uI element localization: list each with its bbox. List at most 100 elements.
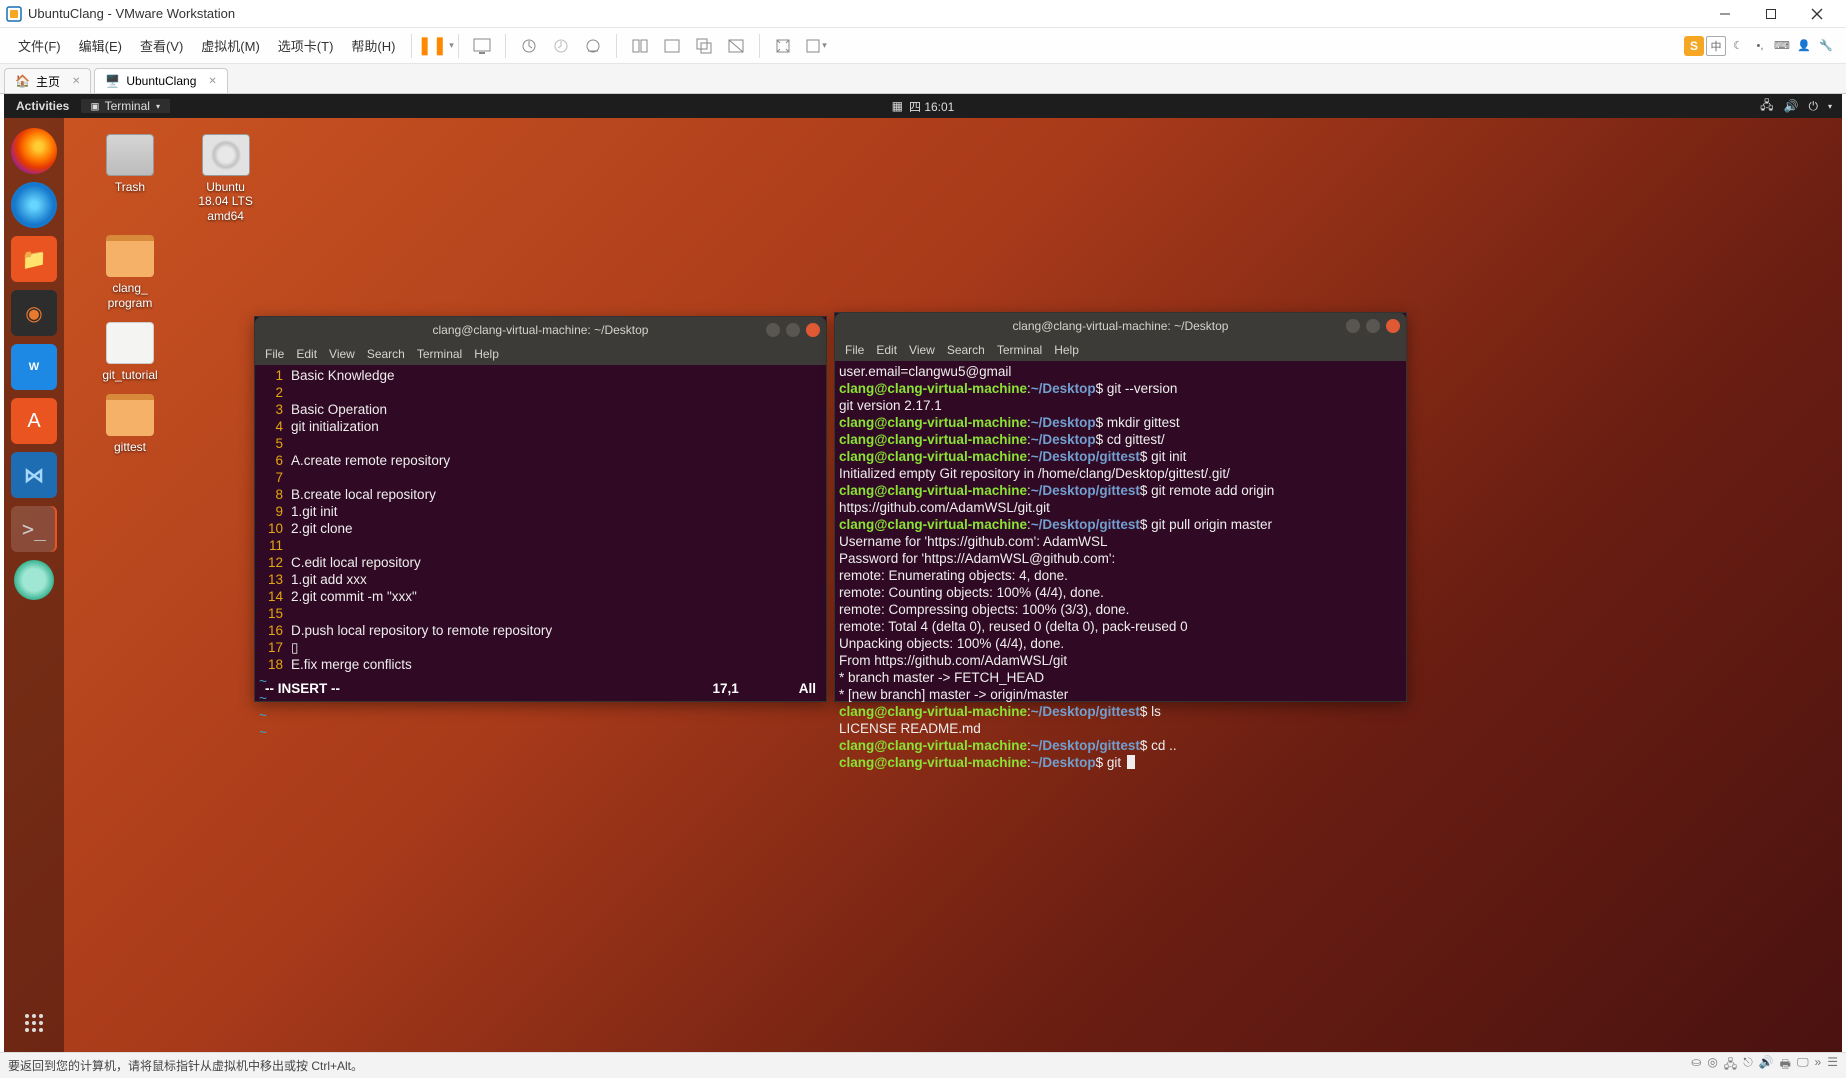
tab-close-icon[interactable]: ✕ bbox=[208, 76, 216, 87]
vmware-title-bar: UbuntuClang - VMware Workstation bbox=[0, 0, 1846, 28]
ime-keyboard-icon[interactable]: ⌨ bbox=[1772, 36, 1792, 56]
ime-tool-icon[interactable]: 🔧 bbox=[1816, 36, 1836, 56]
printer-icon[interactable]: 🖶 bbox=[1780, 1055, 1791, 1076]
usb-icon[interactable]: ⎋ bbox=[1743, 1055, 1753, 1076]
terminal-window-shell[interactable]: clang@clang-virtual-machine: ~/Desktop F… bbox=[834, 312, 1407, 702]
menu-help[interactable]: 帮助(H) bbox=[343, 32, 403, 59]
close-icon[interactable] bbox=[806, 323, 820, 337]
sogou-icon[interactable]: S bbox=[1684, 36, 1704, 56]
minimize-icon[interactable] bbox=[766, 323, 780, 337]
close-icon[interactable] bbox=[1386, 319, 1400, 333]
dock: 📁 ◉ W A ⋈ >_ bbox=[4, 118, 64, 1052]
term-menu-search[interactable]: Search bbox=[367, 347, 405, 361]
dock-terminal[interactable]: >_ bbox=[11, 506, 57, 552]
term-menu-file[interactable]: File bbox=[265, 347, 284, 361]
term-menu-terminal[interactable]: Terminal bbox=[417, 347, 462, 361]
separator bbox=[759, 34, 760, 58]
term-menu-view[interactable]: View bbox=[329, 347, 355, 361]
term-menu-help[interactable]: Help bbox=[1054, 343, 1079, 357]
chevron-icon[interactable]: » bbox=[1815, 1055, 1822, 1076]
chevron-down-icon: ▾ bbox=[1828, 102, 1832, 111]
dock-thunderbird[interactable] bbox=[11, 182, 57, 228]
ime-moon-icon[interactable]: ☾ bbox=[1728, 36, 1748, 56]
minimize-icon[interactable] bbox=[1346, 319, 1360, 333]
term-menu-edit[interactable]: Edit bbox=[876, 343, 897, 357]
clock[interactable]: ▦ 四 16:01 bbox=[892, 98, 955, 115]
shell-body[interactable]: user.email=clangwu5@gmailclang@clang-vir… bbox=[835, 361, 1406, 773]
dock-files[interactable]: 📁 bbox=[11, 236, 57, 282]
tab-vm[interactable]: 🖥️ UbuntuClang ✕ bbox=[94, 68, 227, 93]
stretch-button[interactable]: ▾ bbox=[800, 31, 830, 61]
menu-file[interactable]: 文件(F) bbox=[10, 32, 69, 59]
snapshot-take-button[interactable] bbox=[514, 31, 544, 61]
menu-view[interactable]: 查看(V) bbox=[132, 32, 191, 59]
network-icon[interactable]: 🖧 bbox=[1724, 1055, 1737, 1076]
desktop-icon-clang-program[interactable]: clang_ program bbox=[90, 235, 170, 310]
terminal-title-bar[interactable]: clang@clang-virtual-machine: ~/Desktop bbox=[835, 313, 1406, 339]
tab-label: 主页 bbox=[36, 73, 60, 90]
desktop-icon-trash[interactable]: Trash bbox=[90, 134, 170, 194]
fullscreen-button[interactable] bbox=[768, 31, 798, 61]
menu-tabs[interactable]: 选项卡(T) bbox=[270, 32, 342, 59]
dock-software[interactable]: A bbox=[11, 398, 57, 444]
menu-edit[interactable]: 编辑(E) bbox=[71, 32, 130, 59]
activities-button[interactable]: Activities bbox=[4, 99, 81, 113]
display-icon[interactable]: 🖵 bbox=[1797, 1055, 1809, 1076]
power-icon: ⏻ bbox=[1808, 99, 1818, 114]
term-menu-file[interactable]: File bbox=[845, 343, 864, 357]
menu-icon[interactable]: ☰ bbox=[1827, 1055, 1838, 1076]
vim-mode: -- INSERT -- bbox=[265, 680, 340, 697]
app-logo-icon bbox=[6, 6, 22, 22]
ime-skin-icon[interactable]: 👤 bbox=[1794, 36, 1814, 56]
window-close-button[interactable] bbox=[1794, 0, 1840, 28]
send-ctrl-alt-del-button[interactable] bbox=[467, 31, 497, 61]
folder-icon bbox=[106, 235, 154, 277]
ime-punct-icon[interactable]: •, bbox=[1750, 36, 1770, 56]
tab-home[interactable]: 🏠 主页 ✕ bbox=[4, 68, 91, 93]
view-console-button[interactable] bbox=[721, 31, 751, 61]
term-menu-search[interactable]: Search bbox=[947, 343, 985, 357]
term-menu-edit[interactable]: Edit bbox=[296, 347, 317, 361]
view-single-button[interactable] bbox=[657, 31, 687, 61]
dock-libreoffice[interactable]: W bbox=[11, 344, 57, 390]
view-split-button[interactable] bbox=[625, 31, 655, 61]
dock-vscode[interactable]: ⋈ bbox=[11, 452, 57, 498]
cd-icon[interactable]: ◎ bbox=[1707, 1055, 1717, 1076]
menu-vm[interactable]: 虚拟机(M) bbox=[193, 32, 268, 59]
term-menu-terminal[interactable]: Terminal bbox=[997, 343, 1042, 357]
calendar-icon: ▦ bbox=[892, 99, 903, 113]
icon-label: git_tutorial bbox=[102, 368, 157, 382]
app-menu[interactable]: ▣ Terminal ▾ bbox=[81, 99, 170, 113]
ime-lang-icon[interactable]: 中 bbox=[1706, 36, 1726, 56]
terminal-window-vim[interactable]: clang@clang-virtual-machine: ~/Desktop F… bbox=[254, 316, 827, 702]
term-menu-view[interactable]: View bbox=[909, 343, 935, 357]
maximize-icon[interactable] bbox=[786, 323, 800, 337]
maximize-icon[interactable] bbox=[1366, 319, 1380, 333]
terminal-title: clang@clang-virtual-machine: ~/Desktop bbox=[1013, 319, 1229, 333]
desktop-icon-git-tutorial[interactable]: git_tutorial bbox=[90, 322, 170, 382]
clock-label: 四 16:01 bbox=[909, 98, 954, 115]
view-unity-button[interactable] bbox=[689, 31, 719, 61]
vmware-menu-bar: 文件(F) 编辑(E) 查看(V) 虚拟机(M) 选项卡(T) 帮助(H) ❚❚… bbox=[0, 28, 1846, 64]
desktop-icon-gittest[interactable]: gittest bbox=[90, 394, 170, 454]
suspend-button[interactable]: ❚❚▾ bbox=[420, 31, 450, 61]
dock-cisco[interactable] bbox=[14, 560, 54, 600]
dock-rhythmbox[interactable]: ◉ bbox=[11, 290, 57, 336]
snapshot-manager-button[interactable] bbox=[578, 31, 608, 61]
hdd-icon[interactable]: ⛀ bbox=[1691, 1055, 1701, 1076]
terminal-title-bar[interactable]: clang@clang-virtual-machine: ~/Desktop bbox=[255, 317, 826, 343]
desktop-icon-disc[interactable]: Ubuntu 18.04 LTS amd64 bbox=[186, 134, 266, 223]
term-menu-help[interactable]: Help bbox=[474, 347, 499, 361]
sound-icon[interactable]: 🔊 bbox=[1759, 1055, 1774, 1076]
separator bbox=[505, 34, 506, 58]
minimize-button[interactable] bbox=[1702, 0, 1748, 28]
app-menu-label: Terminal bbox=[105, 99, 150, 113]
snapshot-revert-button[interactable] bbox=[546, 31, 576, 61]
system-tray[interactable]: 🖧 🔊 ⏻ ▾ bbox=[1760, 96, 1842, 117]
dock-firefox[interactable] bbox=[11, 128, 57, 174]
dock-show-apps[interactable] bbox=[25, 1014, 43, 1032]
tab-close-icon[interactable]: ✕ bbox=[72, 76, 80, 87]
maximize-button[interactable] bbox=[1748, 0, 1794, 28]
gnome-top-bar: Activities ▣ Terminal ▾ ▦ 四 16:01 🖧 🔊 ⏻ … bbox=[4, 94, 1842, 118]
ubuntu-desktop[interactable]: 📁 ◉ W A ⋈ >_ Trash Ubuntu 18.04 LTS amd6… bbox=[4, 118, 1842, 1052]
